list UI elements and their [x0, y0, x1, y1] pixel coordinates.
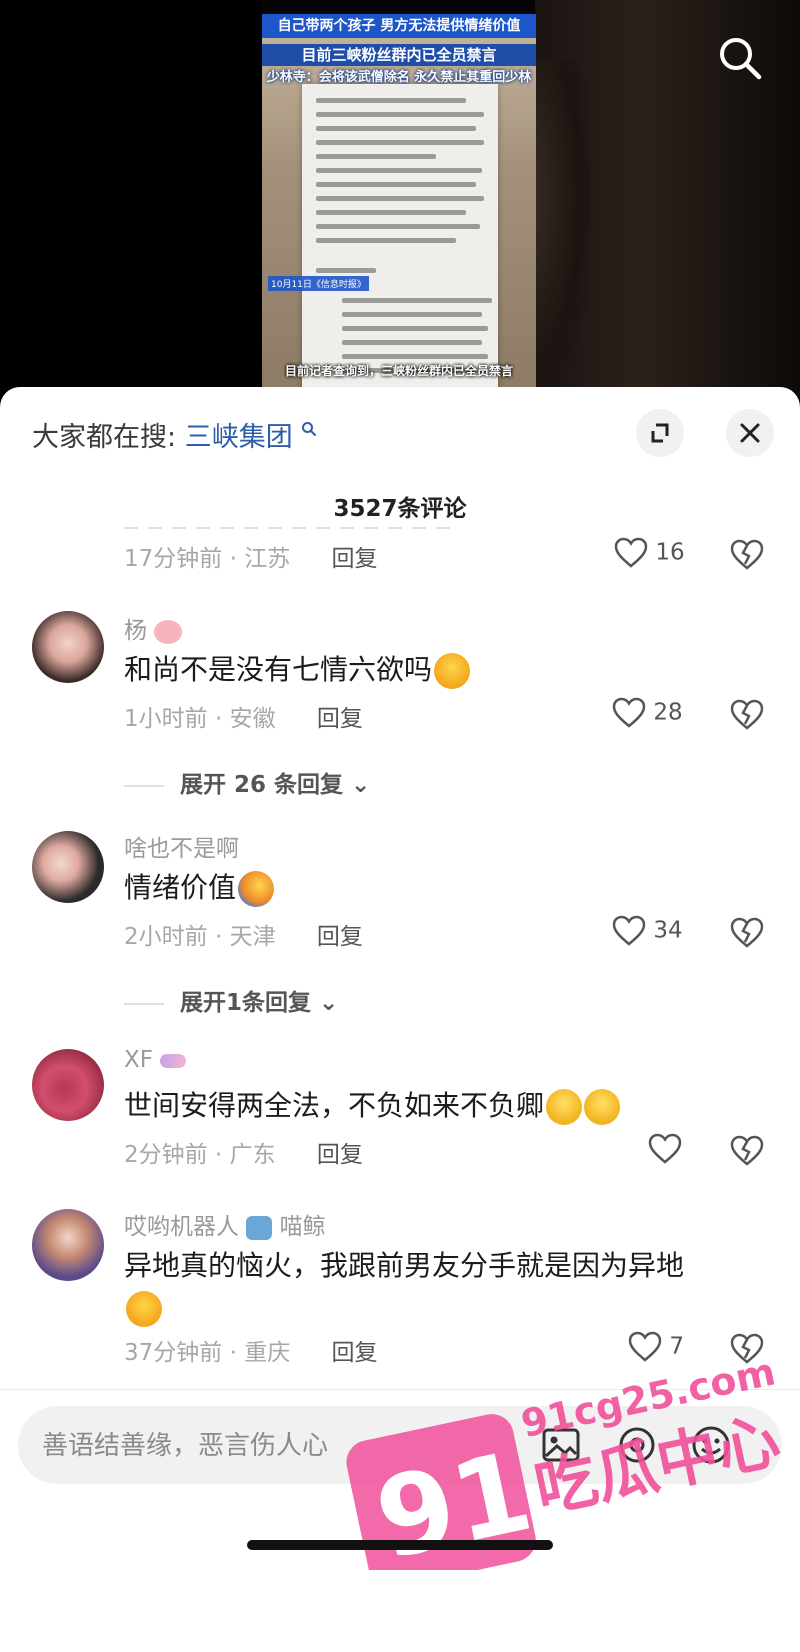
divider	[0, 1389, 800, 1390]
divider	[124, 1002, 164, 1005]
broken-heart-icon[interactable]	[730, 699, 764, 731]
like-button[interactable]: 34	[612, 915, 683, 947]
image-icon[interactable]	[540, 1424, 582, 1466]
video-headline-2: 目前三峡粉丝群内已全员禁言	[262, 44, 536, 66]
username[interactable]: 哎哟机器人 喵鲸	[124, 1207, 326, 1241]
video-letterbox-left	[0, 0, 262, 400]
comment-location: 广东	[229, 1142, 276, 1168]
heart-icon	[628, 1331, 662, 1362]
username[interactable]: XF	[124, 1047, 187, 1073]
like-count: 34	[653, 917, 683, 944]
comment-text: 情绪价值	[124, 867, 764, 909]
emoji-sticker	[546, 1089, 583, 1125]
heart-icon	[612, 915, 646, 946]
chevron-down-icon: ⌄	[311, 990, 339, 1016]
avatar[interactable]	[32, 1209, 104, 1281]
comment-meta: 2分钟前 · 广东 回复	[124, 1142, 363, 1168]
comment-time: 1小时前	[124, 706, 208, 732]
comment-time: 2分钟前	[124, 1142, 208, 1168]
emoji-icon[interactable]	[690, 1424, 732, 1466]
comment-meta: 2小时前 · 天津 回复	[124, 924, 363, 950]
comment-text: 和尚不是没有七情六欲吗	[124, 649, 764, 691]
heart-icon	[614, 537, 648, 568]
reply-button[interactable]: 回复	[317, 1142, 363, 1168]
search-icon[interactable]	[716, 34, 764, 82]
like-button[interactable]: 16	[614, 537, 685, 569]
broken-heart-icon[interactable]	[730, 1333, 764, 1365]
hot-search-prefix: 大家都在搜:	[32, 422, 177, 453]
at-icon[interactable]	[616, 1424, 658, 1466]
small-search-icon	[302, 422, 317, 436]
expand-replies-button[interactable]: 展开 26 条回复 ⌄	[124, 765, 370, 799]
video-player[interactable]: 自己带两个孩子 男方无法提供情绪价值 目前三峡粉丝群内已全员禁言 少林寺：会将该…	[0, 0, 800, 400]
comment-time: 17分钟前	[124, 546, 223, 572]
video-bottom-caption: 目前记者查询到，三峡粉丝群内已全员禁言	[284, 364, 513, 378]
expand-icon	[651, 423, 669, 443]
avatar[interactable]	[32, 1049, 104, 1121]
username[interactable]: 杨	[124, 611, 183, 645]
video-date-tag: 10月11日《信息时报》	[268, 276, 369, 291]
comment-meta: 17分钟前 · 江苏 回复	[124, 546, 378, 572]
comment-location: 安徽	[229, 706, 276, 732]
like-count: 16	[655, 539, 685, 566]
comment-list[interactable]: 17分钟前 · 江苏 回复 16 杨 和尚不是没有七情六欲吗 1小时前 · 安徽…	[0, 527, 800, 1527]
video-headline-1: 自己带两个孩子 男方无法提供情绪价值	[262, 14, 536, 38]
comment-location: 重庆	[244, 1340, 291, 1366]
like-count: 28	[653, 699, 683, 726]
reply-button[interactable]: 回复	[317, 706, 363, 732]
username[interactable]: 啥也不是啊	[124, 829, 239, 863]
candy-emoji	[160, 1053, 187, 1068]
like-button[interactable]: 28	[612, 697, 683, 729]
like-button[interactable]: 7	[628, 1331, 684, 1363]
heart-icon	[648, 1133, 682, 1164]
comment-meta: 1小时前 · 安徽 回复	[124, 706, 363, 732]
chevron-down-icon: ⌄	[343, 772, 371, 798]
broken-heart-icon[interactable]	[730, 539, 764, 571]
divider	[124, 784, 164, 787]
comment-location: 江苏	[244, 546, 291, 572]
document-screenshot	[302, 84, 498, 400]
emoji-sticker	[126, 1291, 162, 1327]
comment-input-bar	[18, 1406, 782, 1486]
clipped-comment-text	[124, 527, 454, 529]
close-button[interactable]	[726, 409, 774, 457]
comment-time: 37分钟前	[124, 1340, 223, 1366]
broken-heart-icon[interactable]	[730, 1135, 764, 1167]
emoji-sticker	[434, 653, 471, 689]
emoji-sticker	[584, 1089, 621, 1125]
reply-button[interactable]: 回复	[332, 1340, 378, 1366]
like-button[interactable]	[648, 1133, 682, 1165]
reply-button[interactable]: 回复	[317, 924, 363, 950]
comment-input[interactable]	[40, 1406, 524, 1486]
comment-location: 天津	[229, 924, 276, 950]
emoji-sticker	[238, 871, 275, 907]
expand-button[interactable]	[636, 409, 684, 457]
sheet-header: 大家都在搜: 三峡集团	[0, 387, 800, 477]
close-icon	[740, 423, 760, 443]
like-count: 7	[669, 1333, 684, 1360]
hot-search-term[interactable]: 三峡集团	[185, 422, 293, 453]
avatar[interactable]	[32, 831, 104, 903]
home-indicator[interactable]	[247, 1540, 553, 1550]
robot-icon	[246, 1215, 273, 1240]
comment-sheet: 大家都在搜: 三峡集团 3527条评论 17分钟前 · 江苏 回复 16 杨 和…	[0, 387, 800, 1652]
expand-replies-button[interactable]: 展开1条回复 ⌄	[124, 983, 338, 1017]
comment-count: 3527条评论	[333, 496, 467, 522]
hot-search-link[interactable]: 大家都在搜: 三峡集团	[32, 415, 317, 454]
comment-meta: 37分钟前 · 重庆 回复	[124, 1340, 378, 1366]
broken-heart-icon[interactable]	[730, 917, 764, 949]
pig-emoji	[154, 619, 183, 644]
reply-button[interactable]: 回复	[332, 546, 378, 572]
comment-text: 异地真的恼火，我跟前男友分手就是因为异地	[124, 1245, 764, 1329]
avatar[interactable]	[32, 611, 104, 683]
video-frame: 自己带两个孩子 男方无法提供情绪价值 目前三峡粉丝群内已全员禁言 少林寺：会将该…	[262, 14, 536, 400]
heart-icon	[612, 697, 646, 728]
comment-text: 世间安得两全法，不负如来不负卿	[124, 1085, 764, 1127]
comment-time: 2小时前	[124, 924, 208, 950]
